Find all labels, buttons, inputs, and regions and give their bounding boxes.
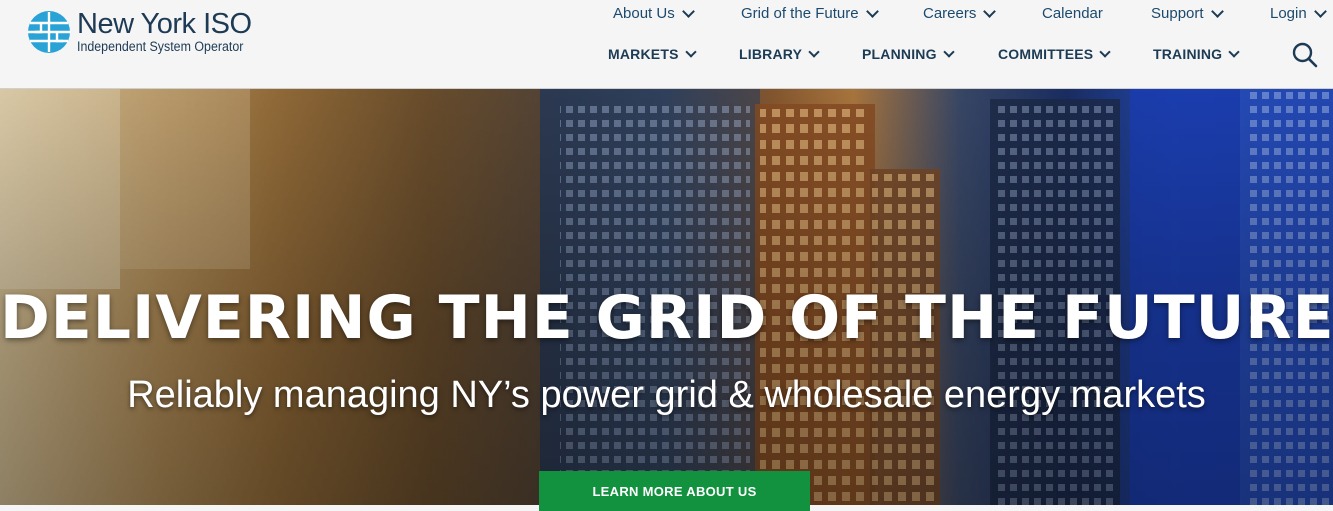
nav-planning[interactable]: PLANNING	[862, 45, 955, 62]
nav-label: LIBRARY	[739, 46, 803, 62]
nav-label: About Us	[613, 5, 675, 22]
nav-login[interactable]: Login	[1270, 4, 1327, 22]
hero-subtitle: Reliably managing NY’s power grid & whol…	[127, 374, 1206, 416]
nav-markets[interactable]: MARKETS	[608, 45, 697, 62]
hero-title: DELIVERING THE GRID OF THE FUTURE	[0, 283, 1333, 353]
nav-training[interactable]: TRAINING	[1153, 45, 1240, 62]
nav-label: TRAINING	[1153, 46, 1223, 62]
site-header: New York ISO Independent System Operator…	[0, 0, 1333, 89]
chevron-down-icon	[1099, 45, 1112, 58]
chevron-down-icon	[681, 4, 695, 18]
chevron-down-icon	[1313, 4, 1327, 18]
nav-careers[interactable]: Careers	[923, 4, 997, 22]
chevron-down-icon	[865, 4, 879, 18]
nav-library[interactable]: LIBRARY	[739, 45, 820, 62]
nav-committees[interactable]: COMMITTEES	[998, 45, 1112, 62]
nav-grid-of-the-future[interactable]: Grid of the Future	[741, 4, 879, 22]
learn-more-button[interactable]: LEARN MORE ABOUT US	[539, 471, 810, 511]
nav-label: Login	[1270, 5, 1307, 22]
nav-about-us[interactable]: About Us	[613, 4, 695, 22]
nav-calendar[interactable]: Calendar	[1042, 5, 1103, 22]
chevron-down-icon	[684, 45, 697, 58]
search-icon[interactable]	[1292, 42, 1318, 68]
utility-nav: About Us Grid of the Future Careers Cale…	[0, 4, 1333, 25]
nav-label: MARKETS	[608, 46, 679, 62]
chevron-down-icon	[1210, 4, 1224, 18]
main-nav: MARKETS LIBRARY PLANNING COMMITTEES TRAI…	[0, 45, 1333, 66]
nav-label: Calendar	[1042, 5, 1103, 22]
nav-label: COMMITTEES	[998, 46, 1094, 62]
nav-label: PLANNING	[862, 46, 937, 62]
chevron-down-icon	[808, 45, 820, 58]
chevron-down-icon	[1228, 45, 1240, 58]
nav-label: Support	[1151, 5, 1204, 22]
nav-label: Careers	[923, 5, 977, 22]
nav-support[interactable]: Support	[1151, 4, 1224, 22]
chevron-down-icon	[943, 45, 955, 58]
nav-label: Grid of the Future	[741, 5, 859, 22]
chevron-down-icon	[983, 4, 997, 18]
